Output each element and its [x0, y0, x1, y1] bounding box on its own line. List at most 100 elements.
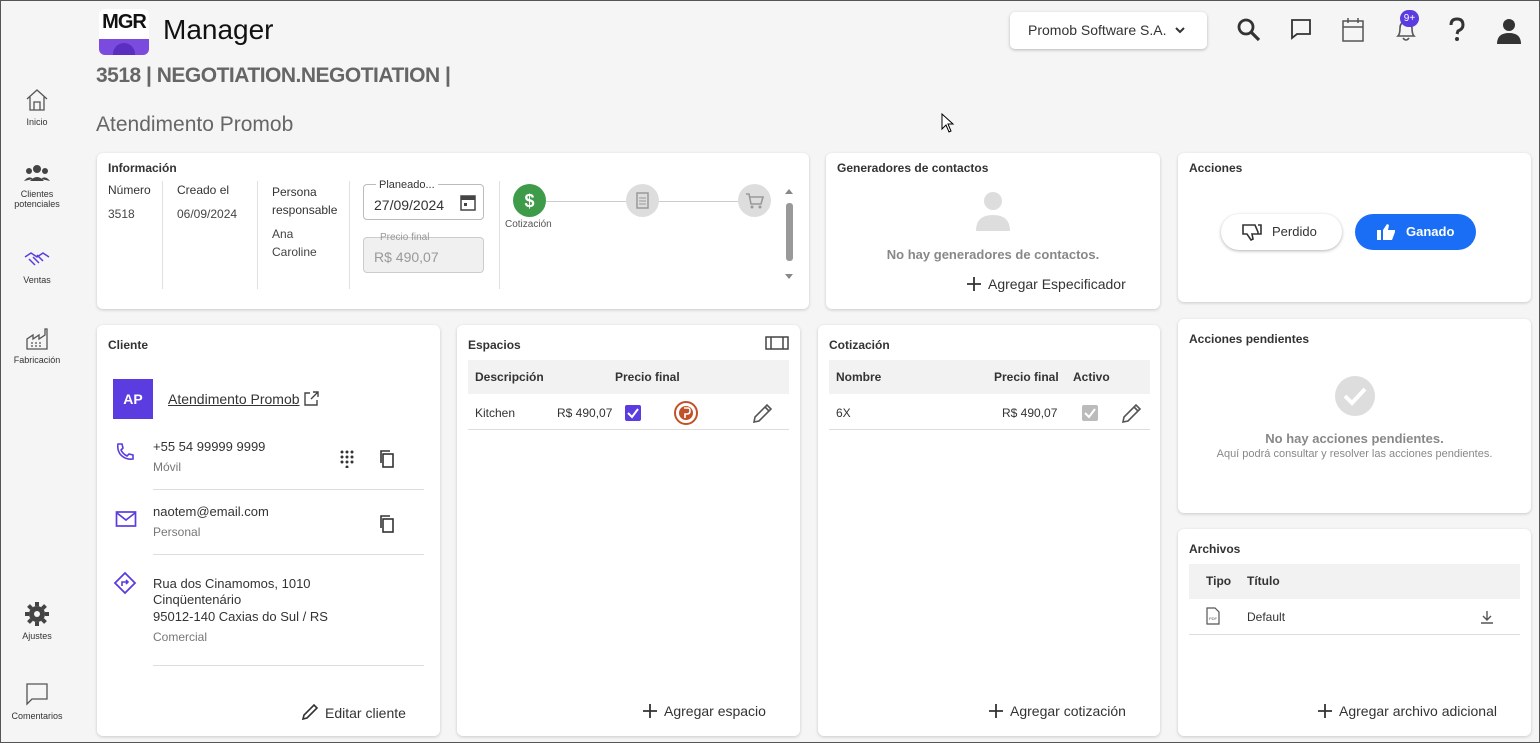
logo-text: MGR — [102, 11, 147, 33]
client-name-link[interactable]: Atendimento Promob — [168, 391, 300, 407]
address-type: Comercial — [153, 630, 208, 644]
step-cotizacion[interactable]: $ — [513, 184, 546, 217]
columns-icon[interactable] — [765, 335, 789, 351]
table-header: Tipo Título — [1189, 564, 1520, 599]
scrollbar-thumb[interactable] — [786, 203, 793, 261]
edit-client-button[interactable]: Editar cliente — [301, 703, 406, 721]
step-line — [546, 201, 626, 202]
search-icon[interactable] — [1236, 17, 1262, 43]
archivos-card: Archivos Tipo Título PDF Default Agregar… — [1178, 529, 1531, 736]
column-header: Título — [1247, 574, 1280, 588]
cotizacion-card: Cotización Nombre Precio final Activo 6X… — [818, 325, 1160, 736]
download-icon[interactable] — [1480, 610, 1494, 624]
table-header: Nombre Precio final Activo — [829, 360, 1150, 394]
mail-icon — [115, 511, 137, 527]
card-title: Acciones — [1189, 161, 1243, 175]
promob-logo-icon[interactable] — [673, 400, 699, 426]
company-select[interactable]: Promob Software S.A. — [1010, 12, 1207, 49]
sidebar-item-ventas[interactable]: Ventas — [1, 247, 73, 285]
column-header: Precio final — [994, 370, 1059, 384]
pencil-icon[interactable] — [1121, 402, 1143, 424]
svg-text:$: $ — [524, 191, 534, 211]
copy-icon[interactable] — [379, 450, 395, 468]
ganado-button[interactable]: Ganado — [1355, 214, 1476, 250]
thumbs-down-icon — [1242, 224, 1262, 241]
check-circle-icon — [1335, 376, 1375, 416]
step-pedido[interactable] — [626, 184, 659, 217]
chevron-down-icon — [1175, 27, 1185, 34]
row-titulo: Default — [1247, 610, 1286, 624]
cliente-card: Cliente AP Atendimento Promob +55 54 999… — [97, 325, 440, 736]
divider — [257, 181, 258, 289]
card-title: Espacios — [468, 338, 521, 352]
checkbox-checked[interactable] — [625, 405, 641, 421]
divider — [153, 554, 424, 555]
table-row[interactable]: 6X R$ 490,07 — [829, 394, 1150, 430]
row-desc: Kitchen — [475, 406, 516, 420]
copy-icon[interactable] — [379, 515, 395, 533]
creado-value: 06/09/2024 — [177, 207, 238, 221]
button-label: Agregar espacio — [664, 703, 766, 719]
sidebar-item-inicio[interactable]: Inicio — [1, 87, 73, 127]
add-espacio-button[interactable]: Agregar espacio — [642, 703, 766, 719]
pencil-icon[interactable] — [752, 402, 774, 424]
calendar-icon[interactable] — [460, 193, 476, 211]
planeado-field[interactable]: Planeado... 27/09/2024 — [363, 179, 484, 220]
phone-icon — [116, 443, 134, 460]
pdf-file-icon: PDF — [1206, 607, 1220, 625]
people-icon — [24, 165, 50, 181]
table-header: Descripción Precio final — [468, 360, 789, 394]
table-row[interactable]: PDF Default — [1189, 599, 1520, 635]
sidebar-item-ajustes[interactable]: Ajustes — [1, 601, 73, 641]
precio-value: R$ 490,07 — [374, 249, 439, 265]
button-label: Agregar Especificador — [988, 276, 1126, 292]
app-title: Manager — [163, 14, 274, 45]
handshake-icon — [24, 252, 50, 266]
sidebar-item-label: Ventas — [23, 275, 51, 285]
scroll-up-icon[interactable] — [784, 187, 794, 195]
sidebar-item-clientes[interactable]: Clientes potenciales — [1, 163, 73, 209]
pencil-icon — [301, 703, 319, 721]
sidebar-item-comentarios[interactable]: Comentarios — [1, 681, 73, 721]
numero-value: 3518 — [108, 207, 135, 221]
plus-icon — [1318, 704, 1332, 718]
espacios-card: Espacios Descripción Precio final Kitche… — [457, 325, 800, 736]
svg-text:PDF: PDF — [1209, 616, 1218, 621]
button-label: Agregar cotización — [1010, 703, 1126, 719]
creado-label: Creado el — [177, 183, 230, 197]
divider — [162, 181, 163, 289]
external-link-icon[interactable] — [303, 390, 320, 407]
app-logo[interactable]: MGR — [99, 9, 149, 55]
planeado-label: Planeado... — [376, 179, 438, 191]
step-compra[interactable] — [738, 184, 771, 217]
divider — [499, 181, 500, 289]
table-row[interactable]: Kitchen R$ 490,07 — [468, 394, 789, 430]
scroll-down-icon[interactable] — [784, 273, 794, 281]
help-icon[interactable] — [1446, 17, 1468, 43]
cart-icon — [746, 193, 765, 209]
mouse-cursor-icon — [941, 113, 955, 133]
perdido-button[interactable]: Perdido — [1221, 214, 1342, 250]
gear-icon — [25, 602, 49, 626]
clipboard-icon — [636, 192, 649, 209]
factory-icon — [26, 328, 48, 350]
card-title: Información — [108, 161, 177, 175]
row-nombre: 6X — [836, 406, 851, 420]
sidebar: Inicio Clientes potenciales Ventas Fabri… — [1, 1, 73, 742]
button-label: Agregar archivo adicional — [1339, 703, 1497, 719]
card-title: Archivos — [1189, 542, 1241, 556]
user-icon[interactable] — [1495, 17, 1523, 45]
phone-value: +55 54 99999 9999 — [153, 439, 266, 454]
button-label: Perdido — [1272, 224, 1317, 239]
add-especificador-button[interactable]: Agregar Especificador — [966, 276, 1126, 292]
dialpad-icon[interactable] — [340, 450, 354, 468]
add-cotizacion-button[interactable]: Agregar cotización — [988, 703, 1126, 719]
column-header: Activo — [1073, 370, 1110, 384]
page-title: 3518 | NEGOTIATION.NEGOTIATION | — [96, 64, 451, 87]
sidebar-item-fabricacion[interactable]: Fabricación — [1, 327, 73, 365]
persona-label: Persona responsable — [272, 185, 338, 217]
empty-message: No hay acciones pendientes. — [1265, 431, 1444, 446]
calendar-icon[interactable] — [1341, 17, 1365, 43]
chat-icon[interactable] — [1289, 17, 1313, 41]
add-archivo-button[interactable]: Agregar archivo adicional — [1317, 703, 1497, 719]
